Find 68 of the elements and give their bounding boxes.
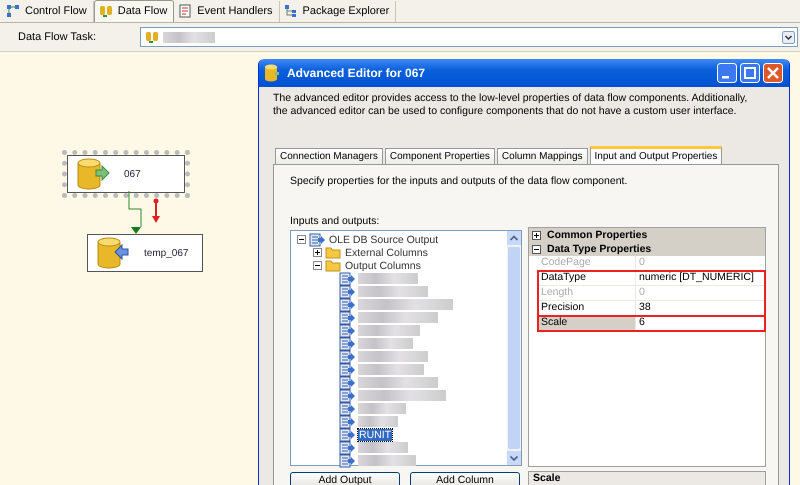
property-value[interactable]: numeric [DT_NUMERIC] — [636, 271, 754, 285]
redacted-text-block — [163, 32, 215, 42]
property-name[interactable]: Precision — [538, 301, 636, 315]
scroll-up-icon[interactable] — [507, 231, 521, 245]
column-icon — [339, 454, 355, 468]
property-name[interactable]: DataType — [538, 271, 636, 285]
document-icon — [178, 4, 192, 18]
scroll-bar[interactable] — [507, 231, 521, 465]
connector-arrow[interactable] — [127, 191, 143, 235]
dialog-button[interactable]: Add Column — [410, 472, 520, 485]
database-arrow-out-icon — [76, 158, 110, 190]
dialog-tab[interactable]: Input and Output Properties — [590, 146, 722, 165]
tree-item[interactable]: OLE DB Source Output — [328, 234, 440, 246]
tree-item[interactable]: RUNIT — [358, 428, 392, 440]
dialog-tab[interactable]: Column Mappings — [496, 148, 588, 164]
tree-label: Inputs and outputs: — [290, 215, 380, 227]
column-icon — [339, 324, 355, 338]
dialog-tab[interactable]: Connection Managers — [275, 148, 383, 164]
category-header: Common Properties — [547, 229, 648, 241]
column-icon — [339, 350, 355, 364]
column-icon — [339, 402, 355, 416]
column-icon — [339, 414, 355, 428]
designer-tab[interactable]: Data Flow — [94, 0, 174, 22]
column-icon — [339, 336, 355, 350]
column-icon — [339, 362, 355, 376]
expand-icon[interactable] — [313, 248, 322, 257]
expand-icon[interactable] — [532, 230, 541, 240]
column-icon — [339, 440, 355, 454]
designer-tab[interactable]: Package Explorer — [280, 1, 396, 22]
column-icon — [339, 428, 355, 442]
database-arrow-in-icon — [96, 237, 130, 269]
description-text: The advanced editor provides access to the low-level properties of data flow components. Additionally, the advanced editor can be used to configure components that do not have a custom user interface. — [273, 92, 748, 118]
field-label: Data Flow Task: — [17, 31, 98, 43]
column-icon — [339, 310, 355, 324]
tree-item[interactable]: External Columns — [344, 246, 429, 258]
property-value[interactable]: 38 — [636, 301, 651, 315]
cylinders-icon — [98, 4, 113, 18]
folder-icon — [325, 259, 341, 272]
scroll-down-icon[interactable] — [507, 451, 521, 465]
tree-icon — [284, 4, 298, 18]
close-button[interactable] — [763, 63, 783, 83]
window-title: Advanced Editor for 067 — [287, 66, 426, 80]
column-icon — [339, 298, 355, 312]
property-description-title: Scale — [532, 472, 560, 484]
cylinders-icon — [145, 30, 159, 44]
cylinder-icon — [264, 64, 280, 82]
tree-item[interactable]: Output Columns — [344, 260, 422, 272]
dialog-button[interactable]: Add Output — [290, 472, 400, 485]
minimize-button[interactable] — [717, 63, 737, 83]
flow-chart-icon — [6, 4, 20, 18]
column-icon — [339, 376, 355, 390]
collapse-icon[interactable] — [532, 244, 541, 254]
dialog-tab[interactable]: Component Properties — [384, 148, 495, 164]
flow-node[interactable]: temp_067 — [87, 234, 203, 272]
collapse-icon[interactable] — [313, 261, 322, 270]
category-header: Data Type Properties — [547, 243, 652, 255]
column-icon — [339, 388, 355, 402]
panel-intro-text: Specify properties for the inputs and outputs of the data flow component. — [290, 175, 628, 187]
maximize-button[interactable] — [740, 63, 760, 83]
error-connector-arrow[interactable] — [152, 198, 160, 224]
output-icon — [309, 232, 325, 246]
property-value[interactable]: 6 — [636, 316, 645, 330]
property-name[interactable]: Scale — [538, 316, 636, 330]
folder-icon — [325, 246, 341, 259]
column-icon — [339, 272, 355, 286]
column-icon — [339, 284, 355, 298]
designer-tab[interactable]: Event Handlers — [174, 1, 280, 22]
collapse-icon[interactable] — [297, 235, 306, 244]
